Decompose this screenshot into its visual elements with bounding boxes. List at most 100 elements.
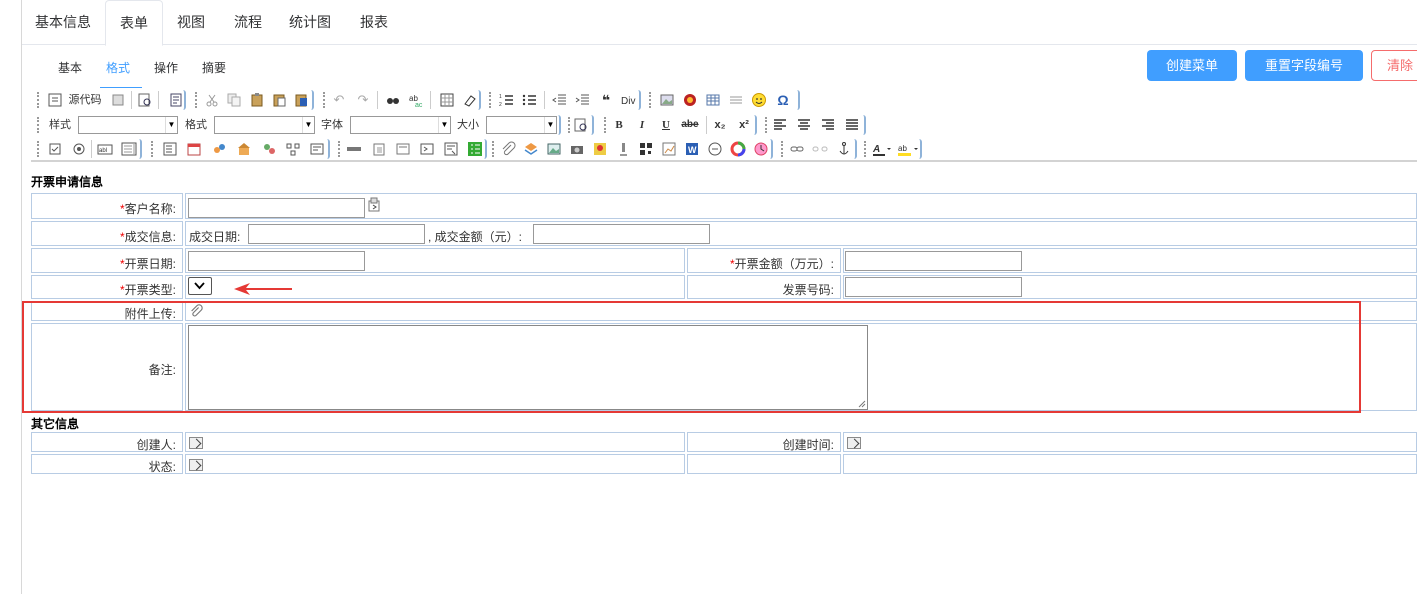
- macro-control-icon[interactable]: [211, 141, 227, 157]
- bold-button[interactable]: B: [611, 116, 627, 134]
- redo-icon[interactable]: ↷: [355, 91, 371, 109]
- select-all-icon[interactable]: [439, 92, 455, 108]
- style-select[interactable]: ▼: [78, 116, 178, 134]
- save-template-icon[interactable]: [110, 92, 126, 108]
- radio-control-icon[interactable]: [71, 141, 87, 157]
- template-icon[interactable]: [168, 92, 184, 108]
- qrcode-icon[interactable]: [638, 141, 654, 157]
- strikethrough-button[interactable]: abe: [679, 116, 701, 134]
- size-select[interactable]: ▼: [486, 116, 557, 134]
- list-control-icon[interactable]: [285, 141, 301, 157]
- query-control-icon[interactable]: [443, 141, 459, 157]
- table-icon[interactable]: [705, 92, 721, 108]
- create-div-icon[interactable]: Div: [621, 92, 637, 108]
- calendar-control-icon[interactable]: [186, 141, 202, 157]
- word-control-icon[interactable]: W: [684, 141, 700, 157]
- toolbar-group-end: [638, 90, 641, 110]
- document-control-icon[interactable]: [395, 141, 411, 157]
- nested-table-icon[interactable]: [467, 141, 483, 157]
- form-control-icon[interactable]: [309, 141, 325, 157]
- tab-workflow[interactable]: 流程: [232, 0, 264, 45]
- outdent-icon[interactable]: [552, 92, 568, 108]
- color-wheel-icon[interactable]: [730, 141, 746, 157]
- link-icon[interactable]: [789, 141, 805, 157]
- smiley-icon[interactable]: [751, 92, 767, 108]
- paste-icon[interactable]: [249, 92, 265, 108]
- module-control-icon[interactable]: [371, 141, 387, 157]
- select-control-icon[interactable]: [162, 141, 178, 157]
- format-select[interactable]: ▼: [214, 116, 315, 134]
- customer-name-input[interactable]: [188, 198, 365, 218]
- cut-icon[interactable]: [204, 92, 220, 108]
- align-left-icon[interactable]: [772, 117, 788, 133]
- invoice-number-input[interactable]: [845, 277, 1022, 297]
- image-control-icon[interactable]: [546, 141, 562, 157]
- paste-text-icon[interactable]: [271, 92, 287, 108]
- horizontal-rule-icon[interactable]: [728, 92, 744, 108]
- find-format-icon[interactable]: [573, 117, 589, 133]
- background-color-icon[interactable]: ab: [897, 141, 919, 157]
- subtab-summary[interactable]: 摘要: [202, 59, 226, 76]
- flash-icon[interactable]: [682, 92, 698, 108]
- anchor-icon[interactable]: [836, 141, 852, 157]
- invoice-date-input[interactable]: [188, 251, 365, 271]
- image-icon[interactable]: [659, 92, 675, 108]
- undo-icon[interactable]: ↶: [331, 91, 347, 109]
- computed-field-icon[interactable]: [419, 141, 435, 157]
- map-control-icon[interactable]: [592, 141, 608, 157]
- align-center-icon[interactable]: [796, 117, 812, 133]
- chart-control-icon[interactable]: [661, 141, 677, 157]
- checkbox-control-icon[interactable]: [47, 141, 63, 157]
- clear-button[interactable]: 清除: [1371, 50, 1417, 81]
- text-color-icon[interactable]: A: [872, 141, 892, 157]
- department-control-icon[interactable]: [236, 141, 252, 157]
- blockquote-icon[interactable]: ❝: [597, 91, 615, 109]
- unlink-icon[interactable]: [812, 141, 828, 157]
- subtab-operation[interactable]: 操作: [154, 59, 178, 76]
- tab-form[interactable]: 表单: [105, 0, 163, 46]
- layers-icon[interactable]: [523, 141, 539, 157]
- camera-icon[interactable]: [569, 141, 585, 157]
- source-code-button[interactable]: 源代码: [65, 91, 105, 109]
- numbered-list-icon[interactable]: 12: [499, 92, 515, 108]
- indent-icon[interactable]: [575, 92, 591, 108]
- tab-report[interactable]: 报表: [358, 0, 390, 45]
- underline-button[interactable]: U: [658, 116, 674, 134]
- find-icon[interactable]: [385, 92, 401, 108]
- tab-view[interactable]: 视图: [175, 0, 207, 45]
- subscript-button[interactable]: x₂: [711, 116, 729, 134]
- link-control-icon[interactable]: [707, 141, 723, 157]
- eraser-icon[interactable]: [462, 92, 478, 108]
- user-control-icon[interactable]: [261, 141, 277, 157]
- font-select[interactable]: ▼: [350, 116, 451, 134]
- invoice-amount-input[interactable]: [845, 251, 1022, 271]
- special-char-icon[interactable]: Ω: [774, 91, 792, 109]
- customer-lookup-icon[interactable]: [367, 197, 383, 213]
- source-code-icon[interactable]: [47, 92, 63, 108]
- invoice-type-select[interactable]: [188, 277, 212, 295]
- align-justify-icon[interactable]: [844, 117, 860, 133]
- deal-info-label: *成交信息:: [119, 230, 176, 244]
- textfield-control-icon[interactable]: abl: [97, 141, 113, 157]
- replace-icon[interactable]: abac: [408, 92, 424, 108]
- tab-chart[interactable]: 统计图: [288, 0, 332, 45]
- deal-amount-input[interactable]: [533, 224, 710, 244]
- italic-button[interactable]: I: [634, 116, 650, 134]
- subtab-basic[interactable]: 基本: [58, 59, 82, 76]
- timer-control-icon[interactable]: [753, 141, 769, 157]
- textarea-control-icon[interactable]: [121, 141, 137, 157]
- create-menu-button[interactable]: 创建菜单: [1147, 50, 1237, 81]
- superscript-button[interactable]: x²: [735, 116, 753, 134]
- signature-control-icon[interactable]: [615, 141, 631, 157]
- subtab-format[interactable]: 格式: [106, 59, 130, 76]
- deal-date-input[interactable]: [248, 224, 425, 244]
- copy-icon[interactable]: [226, 92, 242, 108]
- bullet-list-icon[interactable]: [522, 92, 538, 108]
- preview-icon[interactable]: [137, 92, 153, 108]
- align-right-icon[interactable]: [820, 117, 836, 133]
- reset-field-number-button[interactable]: 重置字段编号: [1245, 50, 1363, 81]
- paste-word-icon[interactable]: [293, 92, 309, 108]
- tab-basic-info[interactable]: 基本信息: [34, 0, 92, 45]
- hidden-field-icon[interactable]: [346, 141, 362, 157]
- attachment-control-icon[interactable]: [500, 141, 516, 157]
